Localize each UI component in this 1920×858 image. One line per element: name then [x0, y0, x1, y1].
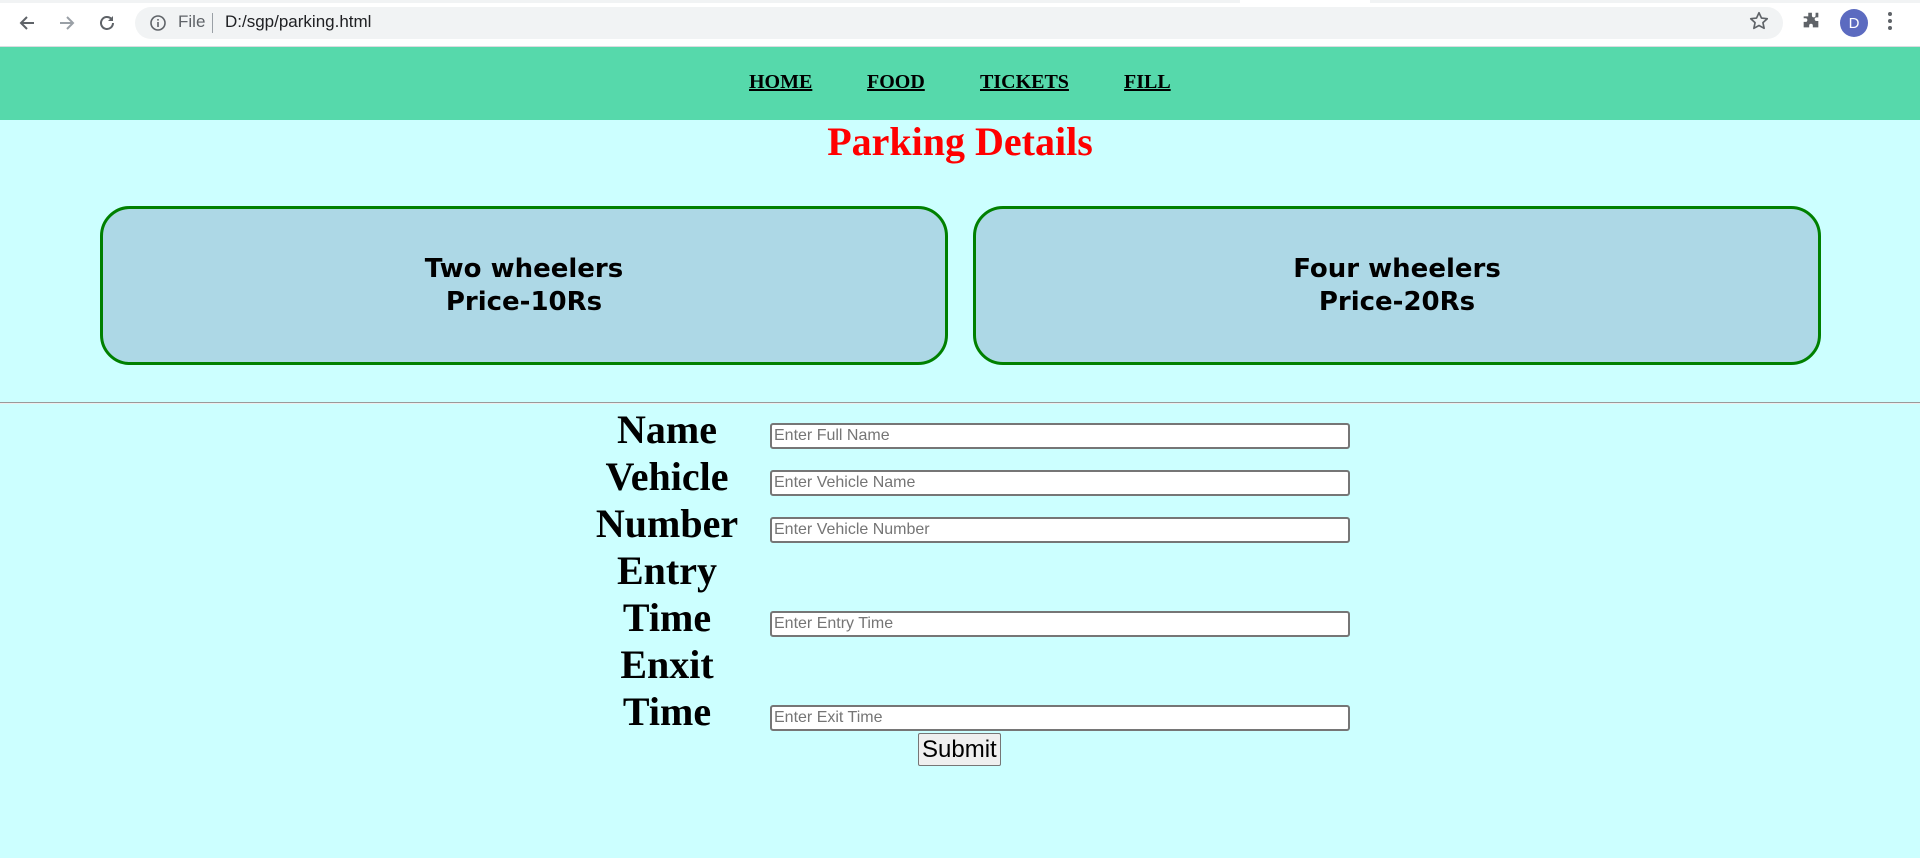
submit-button[interactable]: Submit [918, 733, 1001, 766]
exit-time-label-line1: Enxit [620, 642, 714, 687]
back-icon[interactable] [12, 8, 42, 38]
card-title: Two wheelers [424, 253, 624, 284]
profile-avatar[interactable]: D [1840, 9, 1868, 37]
entry-time-label-line1: Entry [617, 548, 717, 593]
page-title: Parking Details [827, 119, 1093, 164]
exit-time-input[interactable] [770, 705, 1350, 731]
vehicle-label: Vehicle [605, 454, 729, 499]
browser-toolbar: File D:/sgp/parking.html D [0, 0, 1920, 47]
name-label: Name [617, 407, 717, 452]
name-input[interactable] [770, 423, 1350, 449]
forward-icon[interactable] [52, 8, 82, 38]
nav-link-tickets[interactable]: TICKETS [980, 71, 1069, 94]
two-wheeler-card: Two wheelers Price-10Rs [100, 206, 948, 365]
card-price: Price-10Rs [445, 286, 603, 317]
address-bar[interactable] [135, 7, 1783, 39]
vehicle-input[interactable] [770, 470, 1350, 496]
info-icon[interactable] [149, 14, 167, 36]
nav-link-home[interactable]: HOME [749, 71, 812, 94]
number-label: Number [595, 501, 739, 546]
top-nav: HOME FOOD TICKETS FILL [0, 47, 1920, 120]
star-icon[interactable] [1748, 10, 1770, 36]
four-wheeler-card: Four wheelers Price-20Rs [973, 206, 1821, 365]
url-scheme: File [178, 12, 206, 31]
divider [0, 402, 1920, 404]
vehicle-number-input[interactable] [770, 517, 1350, 543]
url-text[interactable]: D:/sgp/parking.html [225, 12, 371, 32]
card-price: Price-20Rs [1318, 286, 1476, 317]
active-tab-indicator [1240, 0, 1370, 3]
url-separator [212, 13, 213, 33]
tab-strip [0, 0, 1920, 3]
entry-time-input[interactable] [770, 611, 1350, 637]
extensions-icon[interactable] [1800, 10, 1822, 36]
entry-time-label-line2: Time [622, 595, 712, 640]
exit-time-label-line2: Time [622, 689, 712, 734]
card-title: Four wheelers [1293, 253, 1501, 284]
nav-link-food[interactable]: FOOD [867, 71, 925, 94]
page-content: HOME FOOD TICKETS FILL Parking Details T… [0, 47, 1920, 858]
reload-icon[interactable] [92, 8, 122, 38]
nav-link-fill[interactable]: FILL [1124, 71, 1171, 94]
menu-kebab-icon[interactable] [1886, 10, 1894, 36]
